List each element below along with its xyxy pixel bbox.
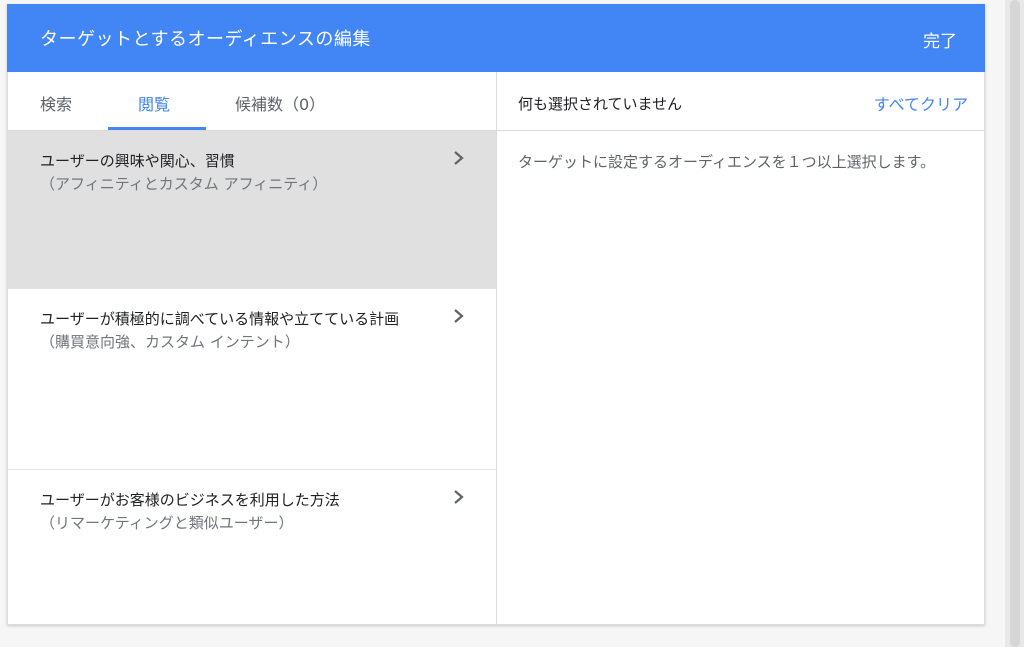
browse-pane: 検索 閲覧 候補数（0） ユーザーの興味や関心、習慣 （アフィニティとカスタム … (8, 72, 497, 625)
category-title: ユーザーが積極的に調べている情報や立てている計画 （購買意向強、カスタム インテ… (40, 308, 430, 354)
category-remarketing[interactable]: ユーザーがお客様のビジネスを利用した方法 （リマーケティングと類似ユーザー） (8, 470, 496, 626)
clear-all-link[interactable]: すべてクリア (874, 91, 968, 115)
chevron-right-icon (454, 490, 464, 504)
selection-hint: ターゲットに設定するオーディエンスを１つ以上選択します。 (518, 153, 936, 171)
chevron-right-icon (454, 309, 464, 323)
category-title-text: ユーザーが積極的に調べている情報や立てている計画 (40, 310, 400, 328)
scrollbar-thumb[interactable] (1010, 0, 1020, 647)
tab-browse[interactable]: 閲覧 (138, 91, 170, 115)
tab-bar: 検索 閲覧 候補数（0） (8, 72, 496, 131)
selection-header: 何も選択されていません すべてクリア (497, 72, 984, 131)
dialog-header: ターゲットとするオーディエンスの編集 完了 (7, 4, 985, 72)
category-affinity[interactable]: ユーザーの興味や関心、習慣 （アフィニティとカスタム アフィニティ） (8, 131, 496, 289)
category-subtitle: （購買意向強、カスタム インテント） (40, 333, 300, 351)
selection-status: 何も選択されていません (518, 95, 683, 113)
category-in-market[interactable]: ユーザーが積極的に調べている情報や立てている計画 （購買意向強、カスタム インテ… (8, 289, 496, 470)
selection-pane: 何も選択されていません すべてクリア ターゲットに設定するオーディエンスを１つ以… (497, 72, 984, 625)
category-subtitle: （リマーケティングと類似ユーザー） (40, 514, 294, 532)
category-title: ユーザーの興味や関心、習慣 （アフィニティとカスタム アフィニティ） (40, 150, 430, 196)
page-scrollbar[interactable] (1005, 0, 1024, 647)
audience-edit-dialog: ターゲットとするオーディエンスの編集 完了 検索 閲覧 候補数（0） ユーザーの… (7, 4, 985, 625)
page: ターゲットとするオーディエンスの編集 完了 検索 閲覧 候補数（0） ユーザーの… (0, 0, 1024, 647)
chevron-right-icon (454, 151, 464, 165)
active-tab-indicator (108, 127, 206, 130)
tab-search[interactable]: 検索 (40, 91, 72, 115)
category-title-text: ユーザーの興味や関心、習慣 (40, 152, 235, 170)
tab-candidates[interactable]: 候補数（0） (235, 91, 325, 115)
dialog-title: ターゲットとするオーディエンスの編集 (40, 29, 371, 50)
category-title-text: ユーザーがお客様のビジネスを利用した方法 (40, 491, 340, 509)
category-subtitle: （アフィニティとカスタム アフィニティ） (40, 175, 328, 193)
category-title: ユーザーがお客様のビジネスを利用した方法 （リマーケティングと類似ユーザー） (40, 489, 430, 535)
done-button[interactable]: 完了 (923, 27, 957, 52)
